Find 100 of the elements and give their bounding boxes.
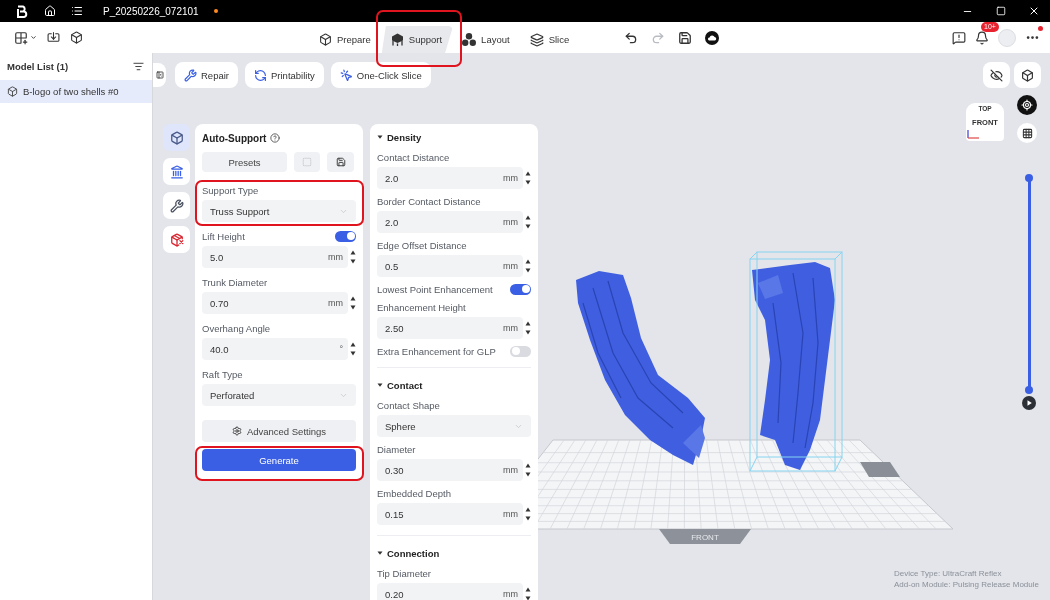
unit-label: mm (503, 323, 518, 333)
field-label: Trunk Diameter (202, 276, 268, 288)
grid-view-button[interactable] (1017, 123, 1037, 143)
stepper-icon[interactable] (525, 321, 531, 335)
number-input[interactable]: 0.70 mm (202, 292, 348, 314)
save-icon (335, 157, 346, 167)
section-title[interactable]: Connection (387, 547, 440, 559)
field-label: Contact Distance (377, 151, 450, 163)
cube-icon (169, 130, 184, 145)
caret-icon[interactable] (377, 382, 383, 388)
dropdown[interactable]: Perforated (202, 384, 356, 406)
caret-icon[interactable] (377, 134, 383, 140)
stepper-icon[interactable] (350, 342, 356, 356)
number-input[interactable]: 5.0 mm (202, 246, 348, 268)
box-x-icon (169, 232, 184, 247)
presets-button[interactable]: Presets (202, 152, 287, 172)
field-label: Lowest Point Enhancement (377, 283, 493, 295)
generate-button[interactable]: Generate (202, 449, 356, 471)
supported-cube-icon (390, 33, 404, 46)
filter-icon[interactable] (133, 61, 144, 72)
action-button[interactable]: One-Click Slice (330, 62, 431, 88)
field-label: Enhancement Height (377, 301, 466, 313)
collapse-tab[interactable] (153, 63, 166, 87)
field-label: Border Contact Distance (377, 195, 481, 207)
unit-label: mm (503, 509, 518, 519)
stepper-icon[interactable] (350, 296, 356, 310)
action-button[interactable]: Repair (175, 62, 238, 88)
panel-title: Auto-Support (202, 132, 267, 144)
tool-rail-button[interactable] (163, 192, 190, 219)
list-icon[interactable] (71, 5, 83, 17)
tab[interactable]: Slice (520, 26, 581, 53)
save-button[interactable] (327, 152, 354, 172)
toggle-switch[interactable] (510, 283, 531, 295)
undo-icon[interactable] (624, 30, 639, 45)
section-title[interactable]: Density (387, 131, 422, 143)
tool-rail-button[interactable] (163, 124, 190, 151)
save-icon[interactable] (678, 30, 693, 45)
stepper-icon[interactable] (525, 507, 531, 521)
model-list-item[interactable]: B-logo of two shells #0 (0, 80, 152, 103)
field-label: Tip Diameter (377, 567, 432, 579)
number-input[interactable]: 2.0 mm (377, 211, 523, 233)
tool-rail-button[interactable] (163, 226, 190, 253)
toggle-switch[interactable] (335, 230, 356, 242)
stepper-icon[interactable] (525, 171, 531, 185)
dropdown[interactable]: Sphere (377, 415, 531, 437)
add-grid-icon[interactable] (14, 30, 28, 45)
target-icon (1021, 99, 1033, 111)
device-info-text: Add-on Module: Pulsing Release Module (894, 580, 1039, 589)
tab[interactable]: Prepare (310, 26, 382, 53)
cube-icon[interactable] (70, 31, 83, 44)
layers-icon (529, 32, 544, 47)
window-title: P_20250226_072101 (103, 5, 199, 17)
help-icon[interactable] (270, 133, 281, 143)
field-label: Raft Type (202, 368, 243, 380)
number-input[interactable]: 0.5 mm (377, 255, 523, 277)
cloud-icon[interactable] (705, 30, 720, 45)
view-mode-button[interactable] (1014, 62, 1041, 88)
stepper-icon[interactable] (525, 259, 531, 273)
tab[interactable]: Layout (453, 26, 521, 53)
number-input[interactable]: 0.20 mm (377, 583, 523, 600)
bell-icon[interactable] (975, 30, 989, 45)
app-logo-icon (16, 4, 28, 18)
grid-icon (1021, 127, 1033, 139)
number-input[interactable]: 2.50 mm (377, 317, 523, 339)
field-label: Edge Offset Distance (377, 239, 467, 251)
action-button[interactable]: Printability (245, 62, 324, 88)
section-title[interactable]: Contact (387, 379, 423, 391)
maximize-icon (995, 6, 1006, 16)
caret-icon[interactable] (377, 550, 383, 556)
unit-label: mm (328, 298, 343, 308)
number-input[interactable]: 40.0 ° (202, 338, 348, 360)
import-icon[interactable] (47, 31, 60, 44)
tool-rail-button[interactable] (163, 158, 190, 185)
feedback-icon[interactable] (952, 30, 966, 45)
stepper-icon[interactable] (525, 587, 531, 600)
tab[interactable]: Support (381, 26, 454, 53)
number-input[interactable]: 2.0 mm (377, 167, 523, 189)
refresh-icon (254, 68, 267, 82)
stepper-icon[interactable] (350, 250, 356, 264)
toggle-switch[interactable] (510, 345, 531, 357)
number-input[interactable]: 0.30 mm (377, 459, 523, 481)
unit-label: mm (503, 589, 518, 599)
hide-button[interactable] (983, 62, 1010, 88)
home-icon[interactable] (44, 5, 56, 17)
unit-label: mm (328, 252, 343, 262)
stepper-icon[interactable] (525, 463, 531, 477)
stepper-icon[interactable] (525, 215, 531, 229)
caret-icon[interactable] (30, 34, 37, 41)
number-input[interactable]: 0.15 mm (377, 503, 523, 525)
field-label: Contact Shape (377, 399, 440, 411)
plate-front-label: FRONT (691, 533, 719, 542)
field-label: Lift Height (202, 230, 245, 242)
eye-off-icon (990, 68, 1003, 82)
play-icon[interactable] (1022, 396, 1036, 410)
locate-button[interactable] (1017, 95, 1037, 115)
pillars-icon (169, 164, 184, 179)
three-spheres-icon (462, 33, 477, 46)
unit-label: mm (503, 261, 518, 271)
advanced-settings-button[interactable]: Advanced Settings (202, 420, 356, 442)
dropdown[interactable]: Truss Support (202, 200, 356, 222)
